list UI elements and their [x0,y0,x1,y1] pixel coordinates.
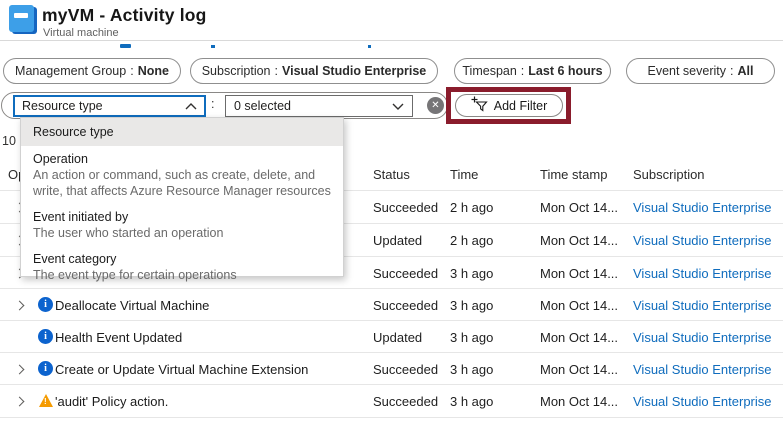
row-time: 3 h ago [450,298,494,313]
cropped-toolbar-icon [120,44,131,48]
row-timestamp: Mon Oct 14... [540,233,619,248]
row-timestamp: Mon Oct 14... [540,394,619,409]
activity-log-page: myVM - Activity log Virtual machine Mana… [0,0,783,422]
header-divider [0,40,783,41]
column-header-time: Time [450,167,479,182]
row-operation-name: Deallocate Virtual Machine [55,298,210,313]
pill-separator: : [730,64,734,78]
expand-chevron-icon[interactable] [14,364,25,375]
pill-value: All [737,64,754,78]
row-operation-name: Create or Update Virtual Machine Extensi… [55,362,309,377]
row-subscription-link[interactable]: Visual Studio Enterprise [633,394,772,409]
row-status: Succeeded [373,298,439,313]
info-icon: i [38,329,53,344]
info-icon: i [38,361,53,376]
table-row[interactable]: i Create or Update Virtual Machine Exten… [0,353,783,385]
filter-pill-management-group[interactable]: Management Group : None [3,58,181,84]
column-header-status: Status [373,167,410,182]
pill-label: Management Group [15,64,127,78]
activity-log-icon [9,5,34,32]
dropdown-option-event-category[interactable]: Event category The event type for certai… [21,246,343,288]
filter-value-selected: 0 selected [234,99,291,113]
column-header-subscription: Subscription [633,167,705,182]
row-time: 2 h ago [450,233,494,248]
row-subscription-link[interactable]: Visual Studio Enterprise [633,330,772,345]
row-timestamp: Mon Oct 14... [540,362,619,377]
activity-log-icon-bar [14,13,28,18]
page-subtitle: Virtual machine [43,27,119,39]
row-status: Succeeded [373,394,439,409]
row-time: 3 h ago [450,330,494,345]
dropdown-option-description: The user who started an operation [33,226,224,240]
dropdown-option-description: The event type for certain operations [33,268,237,282]
row-subscription-link[interactable]: Visual Studio Enterprise [633,298,772,313]
dropdown-option-label: Event category [33,252,117,266]
pill-separator: : [520,64,525,78]
pill-value: Last 6 hours [528,64,603,78]
dropdown-option-operation[interactable]: Operation An action or command, such as … [21,146,343,204]
row-time: 2 h ago [450,200,494,215]
dropdown-option-event-initiated-by[interactable]: Event initiated by The user who started … [21,204,343,246]
row-status: Succeeded [373,362,439,377]
row-timestamp: Mon Oct 14... [540,200,619,215]
pill-separator: : [130,64,134,78]
chevron-up-icon [185,102,197,110]
expand-chevron-icon[interactable] [14,300,25,311]
add-filter-label: Add Filter [493,98,548,113]
row-status: Updated [373,233,423,248]
row-status: Succeeded [373,200,439,215]
pill-label: Subscription [201,64,271,78]
dropdown-option-label: Operation [33,152,88,166]
cropped-toolbar-icon [368,45,371,48]
info-icon: i [38,297,53,312]
row-subscription-link[interactable]: Visual Studio Enterprise [633,266,772,281]
pill-value: Visual Studio Enterprise [282,64,427,78]
row-subscription-link[interactable]: Visual Studio Enterprise [633,362,772,377]
row-status: Updated [373,330,423,345]
filter-separator: : [211,97,215,111]
pill-value: None [137,64,169,78]
add-filter-button[interactable]: Add Filter [455,94,563,117]
row-subscription-link[interactable]: Visual Studio Enterprise [633,200,772,215]
filter-field-dropdown-callout: Resource type Operation An action or com… [20,117,344,282]
filter-value-dropdown[interactable]: 0 selected [225,95,413,117]
pill-label: Event severity [647,64,727,78]
filter-pill-subscription[interactable]: Subscription : Visual Studio Enterprise [190,58,438,84]
warning-icon: ! [39,394,53,407]
warning-exclamation: ! [44,397,47,406]
chevron-down-icon [392,103,404,110]
table-row[interactable]: i Health Event Updated Updated 3 h ago M… [0,321,783,353]
row-timestamp: Mon Oct 14... [540,298,619,313]
column-header-time-stamp: Time stamp [540,167,608,182]
row-operation-name: 'audit' Policy action. [55,394,169,409]
row-operation-name: Health Event Updated [55,330,183,345]
filter-pill-timespan[interactable]: Timespan : Last 6 hours [454,58,611,84]
row-status: Succeeded [373,266,439,281]
filter-field-combobox[interactable]: Resource type [13,95,206,117]
page-title: myVM - Activity log [42,5,207,25]
row-time: 3 h ago [450,394,494,409]
dropdown-option-description: An action or command, such as create, de… [33,168,331,198]
dropdown-option-label: Resource type [33,125,114,139]
row-timestamp: Mon Oct 14... [540,266,619,281]
cropped-toolbar-icon [211,45,215,48]
table-row[interactable]: ! 'audit' Policy action. Succeeded 3 h a… [0,385,783,417]
row-time: 3 h ago [450,362,494,377]
filter-pill-event-severity[interactable]: Event severity : All [626,58,775,84]
row-subscription-link[interactable]: Visual Studio Enterprise [633,233,772,248]
table-row[interactable]: i Deallocate Virtual Machine Succeeded 3… [0,289,783,321]
add-filter-icon [471,96,488,115]
expand-chevron-icon[interactable] [14,396,25,407]
table-divider [0,417,783,418]
pill-separator: : [274,64,278,78]
dropdown-option-resource-type[interactable]: Resource type [21,118,343,146]
row-time: 3 h ago [450,266,494,281]
dropdown-option-label: Event initiated by [33,210,129,224]
row-timestamp: Mon Oct 14... [540,330,619,345]
filter-field-value: Resource type [22,99,103,113]
remove-filter-button[interactable]: ✕ [427,97,444,114]
pill-label: Timespan [462,64,517,78]
